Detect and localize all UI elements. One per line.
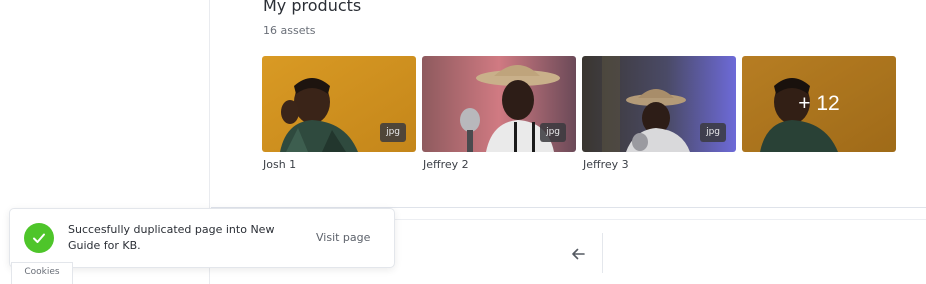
- product-label[interactable]: Jeffrey 2: [423, 158, 469, 171]
- product-label[interactable]: Jeffrey 3: [583, 158, 629, 171]
- check-icon: [24, 223, 54, 253]
- toolbar-divider: [602, 233, 603, 273]
- arrow-left-icon[interactable]: [568, 244, 588, 264]
- products-count: 16 assets: [263, 24, 316, 37]
- more-products-tile[interactable]: + 12: [742, 56, 896, 152]
- product-thumbnail-jeffrey-3[interactable]: jpg: [582, 56, 736, 152]
- product-thumbnail-josh-1[interactable]: jpg: [262, 56, 416, 152]
- more-count: + 12: [798, 92, 840, 115]
- product-label[interactable]: Josh 1: [263, 158, 296, 171]
- visit-page-button[interactable]: Visit page: [316, 231, 370, 244]
- cookies-button[interactable]: Cookies: [11, 262, 73, 284]
- toast-message: Succesfully duplicated page into New Gui…: [68, 223, 275, 252]
- product-thumbnail-jeffrey-2[interactable]: jpg: [422, 56, 576, 152]
- file-type-badge: jpg: [540, 123, 566, 142]
- file-type-badge: jpg: [700, 123, 726, 142]
- products-title: My products: [263, 0, 362, 15]
- file-type-badge: jpg: [380, 123, 406, 142]
- success-toast: Succesfully duplicated page into New Gui…: [9, 208, 395, 268]
